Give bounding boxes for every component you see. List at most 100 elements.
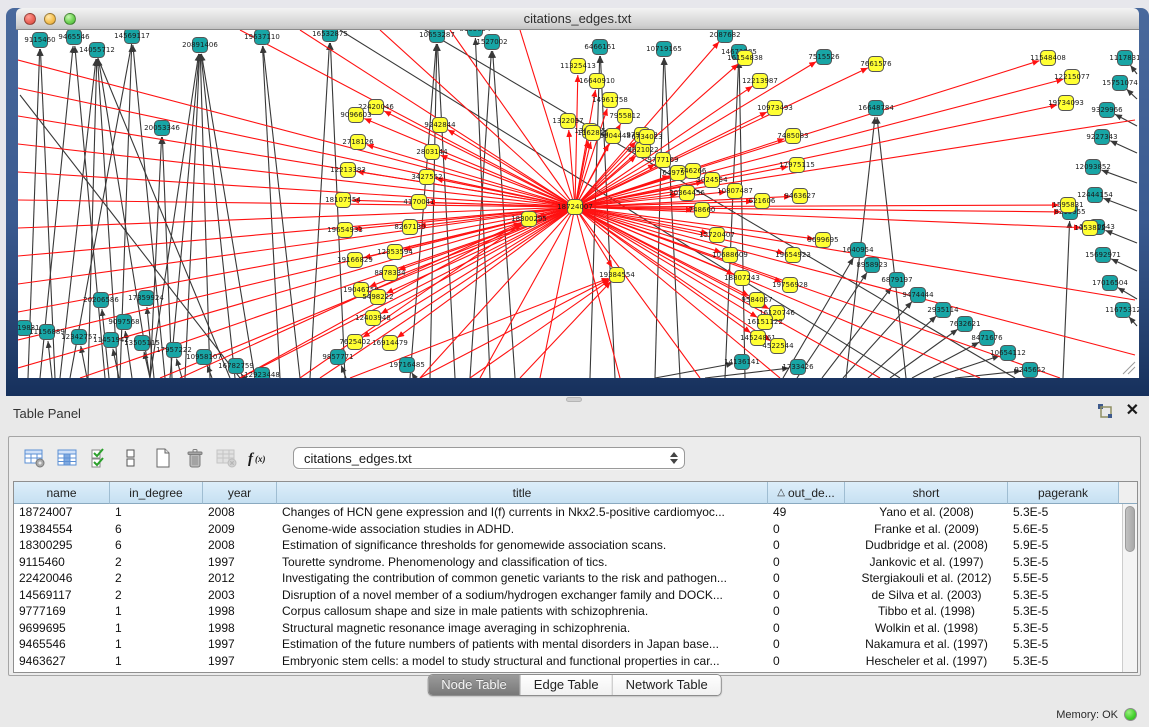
table-selector-dropdown[interactable]: citations_edges.txt — [293, 447, 685, 469]
column-header-short[interactable]: short — [845, 482, 1008, 504]
graph-node[interactable]: 11325413 — [560, 59, 596, 74]
row-height-icon[interactable] — [115, 443, 147, 473]
graph-node[interactable]: 19166829 — [337, 253, 373, 268]
graph-node[interactable]: 15751074 — [1102, 76, 1138, 91]
graph-node[interactable]: 17359924 — [128, 291, 164, 306]
graph-node[interactable]: 10973493 — [757, 101, 793, 116]
table-row[interactable]: 911546021997Tourette syndrome. Phenomeno… — [14, 554, 1137, 571]
graph-node[interactable]: 9245652 — [1014, 363, 1045, 378]
column-header-year[interactable]: year — [203, 482, 277, 504]
graph-node[interactable]: 14055712 — [79, 43, 115, 58]
graph-node[interactable]: 19637110 — [244, 30, 280, 45]
graph-node[interactable]: 6879197 — [881, 273, 912, 288]
graph-node[interactable]: 20206586 — [83, 293, 119, 308]
graph-node[interactable]: 16648784 — [858, 101, 894, 116]
resize-grip[interactable] — [1119, 358, 1137, 376]
column-header-title[interactable]: title — [277, 482, 768, 504]
table-row[interactable]: 946362711997Embryonic stem cells: a mode… — [14, 653, 1137, 670]
graph-node[interactable]: 12213987 — [742, 74, 778, 89]
graph-node[interactable]: 20053346 — [144, 121, 180, 136]
close-window-button[interactable] — [24, 13, 36, 25]
graph-node[interactable]: 1733426 — [782, 360, 814, 375]
select-rows-icon[interactable] — [83, 443, 115, 473]
tab-network-table[interactable]: Network Table — [613, 675, 721, 695]
minimize-window-button[interactable] — [44, 13, 56, 25]
graph-node[interactable]: 7515526 — [808, 50, 840, 65]
delete-table-icon[interactable] — [211, 443, 243, 473]
table-row[interactable]: 946554611997Estimation of the future num… — [14, 636, 1137, 653]
table-row[interactable]: 969969511998Structural magnetic resonanc… — [14, 620, 1137, 637]
table-row[interactable]: 1938455462009Genome-wide association stu… — [14, 521, 1137, 538]
graph-node[interactable]: 7632621 — [949, 317, 980, 332]
table-scrollbar[interactable] — [1122, 504, 1137, 672]
graph-node[interactable]: 1117831 — [1109, 51, 1139, 66]
graph-node[interactable]: 12342757 — [61, 330, 97, 345]
graph-node[interactable]: 9857771 — [322, 350, 353, 365]
graph-node[interactable]: 15720407 — [699, 228, 735, 243]
graph-node[interactable]: 15692971 — [1085, 248, 1121, 263]
column-header-pagerank[interactable]: pagerank — [1008, 482, 1119, 504]
graph-node[interactable]: 1527002 — [476, 35, 507, 50]
graph-node[interactable]: 6466161 — [584, 40, 615, 55]
graph-node[interactable]: 16640910 — [579, 74, 615, 89]
graph-node[interactable]: 7955812 — [609, 109, 640, 124]
function-builder-icon[interactable]: f (x) — [243, 443, 275, 473]
graph-node[interactable]: 16532875 — [312, 30, 348, 42]
tab-edge-table[interactable]: Edge Table — [521, 675, 613, 695]
graph-node[interactable]: 18107554 — [325, 193, 361, 208]
table-row[interactable]: 977716911998Corpus callosum shape and si… — [14, 603, 1137, 620]
table-row[interactable]: 2242004622012Investigating the contribut… — [14, 570, 1137, 587]
graph-node[interactable]: 12093852 — [1075, 160, 1111, 175]
graph-node[interactable]: 9465546 — [58, 30, 90, 45]
graph-node[interactable]: 8267130 — [394, 220, 425, 235]
graph-node[interactable]: 10654112 — [990, 346, 1026, 361]
network-window-titlebar[interactable]: citations_edges.txt — [16, 8, 1139, 30]
graph-node[interactable]: 10807487 — [717, 184, 753, 199]
table-row[interactable]: 1456911722003Disruption of a novel membe… — [14, 587, 1137, 604]
graph-node[interactable]: 748660 — [689, 203, 716, 218]
column-header-in_degree[interactable]: in_degree — [110, 482, 203, 504]
column-header-out_degree[interactable]: △out_de... — [768, 482, 845, 504]
network-graph[interactable]: 911546094655461405571214569117 20891406 19… — [18, 30, 1139, 378]
table-cell-out_degree: 0 — [768, 587, 845, 604]
graph-node[interactable]: 11675312 — [1105, 303, 1139, 318]
create-column-icon[interactable] — [147, 443, 179, 473]
column-header-name[interactable]: name — [14, 482, 110, 504]
graph-node[interactable]: 12215077 — [1054, 70, 1090, 85]
graph-node[interactable]: 9463627 — [784, 189, 815, 204]
graph-node[interactable]: 14569117 — [114, 30, 150, 44]
table-settings-icon[interactable] — [19, 443, 51, 473]
graph-node[interactable]: 9115460 — [24, 33, 55, 48]
graph-node[interactable]: 19756928 — [772, 278, 808, 293]
memory-status-indicator[interactable] — [1124, 708, 1137, 721]
table-scrollbar-thumb[interactable] — [1125, 506, 1135, 552]
graph-node[interactable]: 17016504 — [1092, 276, 1128, 291]
zoom-window-button[interactable] — [64, 13, 76, 25]
graph-node[interactable]: 11548408 — [1030, 51, 1066, 66]
network-canvas[interactable]: 911546094655461405571214569117 20891406 19… — [18, 30, 1139, 378]
show-columns-icon[interactable] — [51, 443, 83, 473]
table-row[interactable]: 1872400712008Changes of HCN gene express… — [14, 504, 1137, 521]
graph-node[interactable]: 19716485 — [389, 358, 425, 373]
close-panel-icon[interactable]: ✕ — [1126, 403, 1139, 419]
graph-node[interactable]: 20891406 — [182, 38, 218, 53]
graph-node[interactable]: 16914479 — [372, 336, 408, 351]
graph-node[interactable]: 14961758 — [592, 93, 628, 108]
tab-node-table[interactable]: Node Table — [428, 675, 521, 695]
graph-node[interactable]: 10719165 — [646, 42, 682, 57]
delete-column-icon[interactable] — [179, 443, 211, 473]
graph-node[interactable]: 9699695 — [807, 233, 838, 248]
graph-node[interactable]: 8958923 — [856, 258, 887, 273]
graph-node[interactable]: 19734093 — [1048, 96, 1084, 111]
graph-node[interactable]: 2935114 — [927, 303, 959, 318]
graph-node[interactable]: 1640954 — [842, 243, 874, 258]
graph-node[interactable]: 9329966 — [1091, 103, 1123, 118]
graph-node[interactable]: 10653287 — [419, 30, 455, 43]
table-row[interactable]: 1830029562008Estimation of significance … — [14, 537, 1137, 554]
graph-node[interactable]: 19654933 — [327, 223, 363, 238]
graph-node[interactable]: 2087682 — [709, 30, 740, 43]
float-panel-icon[interactable] — [1097, 403, 1114, 419]
splitter-handle[interactable] — [566, 397, 582, 402]
graph-node[interactable]: 19654923 — [775, 248, 811, 263]
graph-node[interactable]: 3427552 — [411, 170, 442, 185]
